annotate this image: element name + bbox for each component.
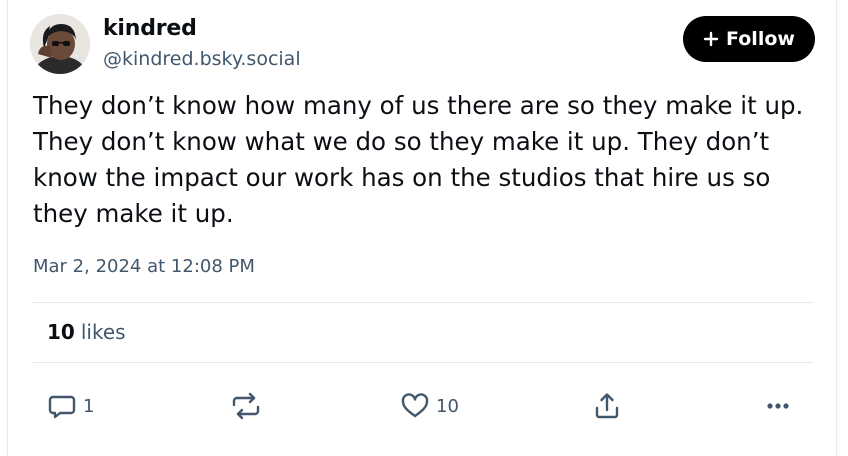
divider <box>33 302 813 303</box>
heart-icon <box>400 391 430 421</box>
likes-label: likes <box>80 320 126 344</box>
action-bar: 1 10 <box>8 388 836 424</box>
repost-arrows-icon <box>230 391 262 421</box>
reply-count: 1 <box>83 395 95 417</box>
avatar-image <box>30 14 90 74</box>
likes-summary[interactable]: 10 likes <box>47 320 126 344</box>
author-handle[interactable]: @kindred.bsky.social <box>103 48 301 70</box>
plus-icon <box>703 31 719 47</box>
avatar[interactable] <box>30 14 90 74</box>
reply-button[interactable]: 1 <box>47 388 94 424</box>
likes-count: 10 <box>47 320 75 344</box>
share-button[interactable] <box>592 388 622 424</box>
author-display-name[interactable]: kindred <box>103 16 197 41</box>
like-count: 10 <box>436 395 459 417</box>
post-text: They don’t know how many of us there are… <box>33 91 804 228</box>
follow-button-label: Follow <box>726 28 795 50</box>
divider <box>33 362 813 363</box>
share-upload-icon <box>592 391 622 421</box>
like-button[interactable]: 10 <box>400 388 459 424</box>
speech-bubble-icon <box>47 391 77 421</box>
more-options-button[interactable] <box>763 388 793 424</box>
more-dots-icon <box>763 391 793 421</box>
post-card: kindred @kindred.bsky.social Follow They… <box>7 0 837 456</box>
post-timestamp[interactable]: Mar 2, 2024 at 12:08 PM <box>33 256 255 277</box>
follow-button[interactable]: Follow <box>683 16 815 62</box>
repost-button[interactable] <box>230 388 262 424</box>
